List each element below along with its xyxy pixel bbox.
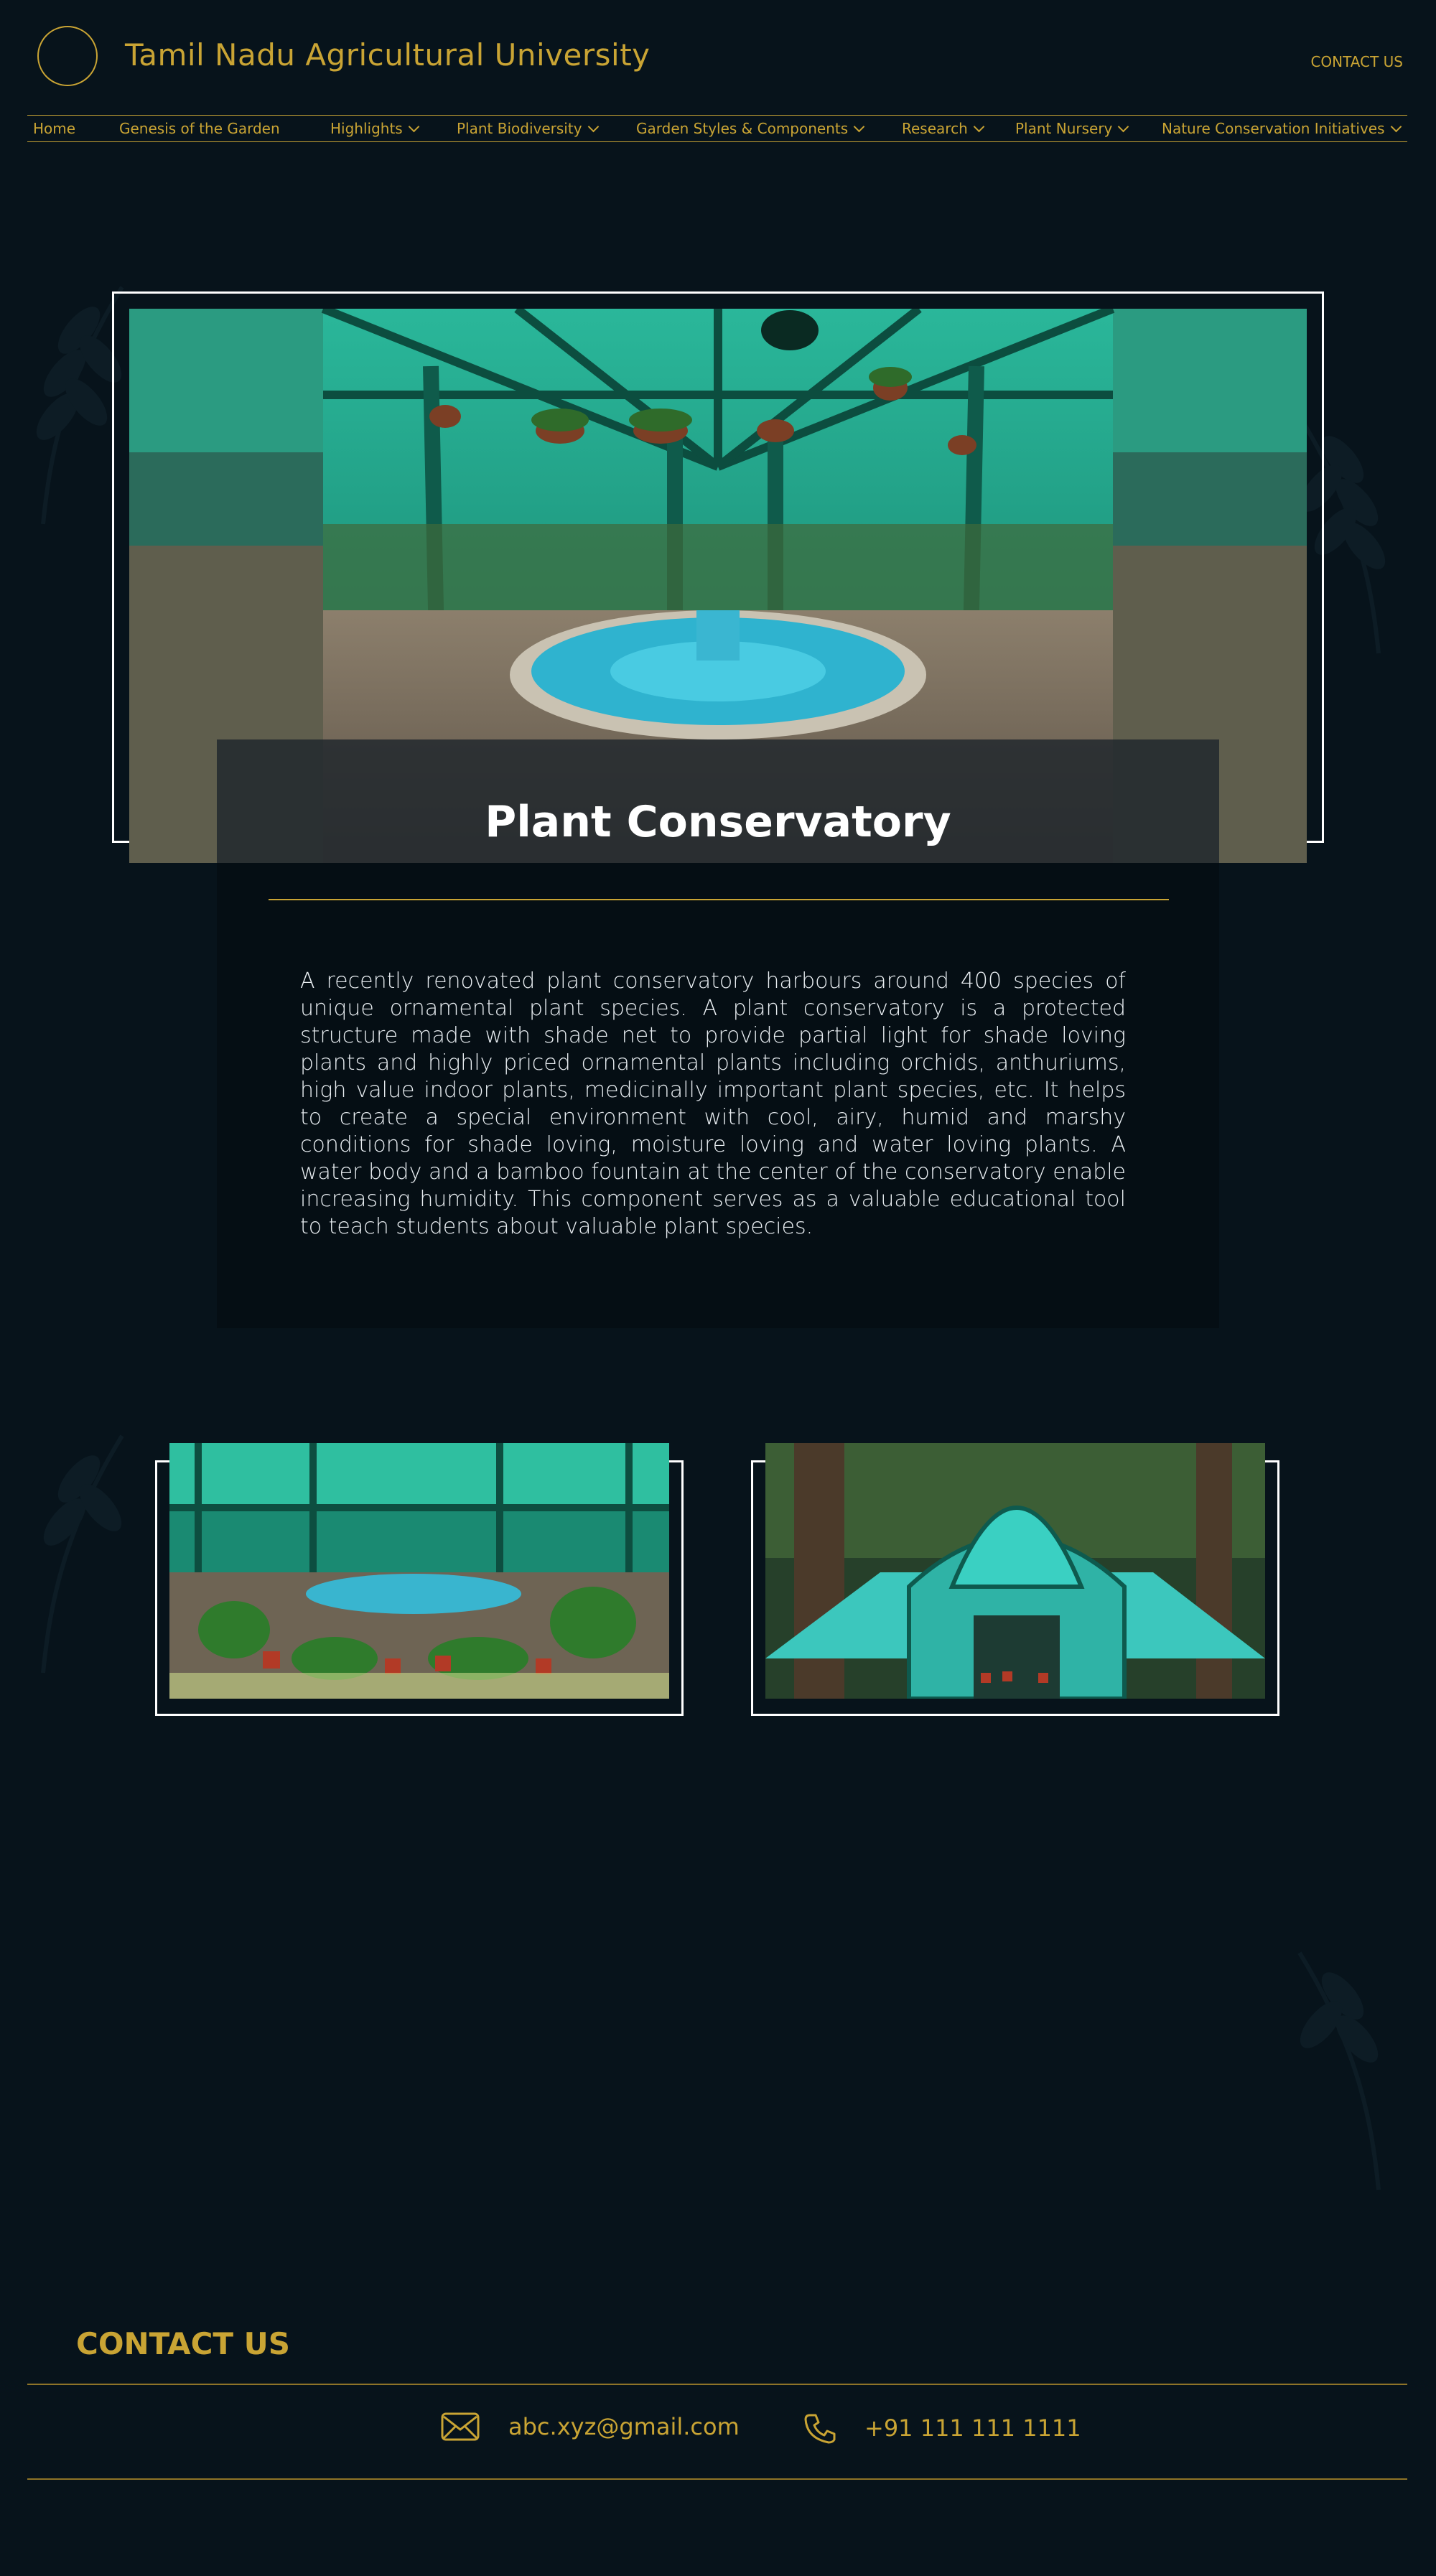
nav-item-home[interactable]: Home: [33, 120, 75, 137]
gallery-image-conservatory-exterior[interactable]: [765, 1443, 1265, 1699]
title-divider: [269, 899, 1169, 900]
nav-item-genesis-of-the-garden[interactable]: Genesis of the Garden: [119, 120, 280, 137]
nav-item-label: Plant Nursery: [1015, 120, 1113, 137]
leaf-decoration-icon: [41, 1434, 124, 1674]
nav-item-label: Garden Styles & Components: [636, 120, 849, 137]
chevron-down-icon: [853, 121, 865, 133]
nav-item-label: Plant Biodiversity: [457, 120, 582, 137]
footer-divider-top: [27, 2384, 1407, 2385]
gallery-image-conservatory-interior[interactable]: [169, 1443, 669, 1699]
main-navigation: Home Genesis of the Garden Highlights Pl…: [27, 115, 1407, 142]
footer-email[interactable]: abc.xyz@gmail.com: [441, 2412, 740, 2441]
nav-item-label: Nature Conservation Initiatives: [1162, 120, 1385, 137]
nav-item-plant-nursery[interactable]: Plant Nursery: [1015, 120, 1129, 137]
nav-item-highlights[interactable]: Highlights: [330, 120, 419, 137]
footer-divider-bottom: [27, 2478, 1407, 2480]
leaf-decoration-icon: [1297, 1951, 1381, 2190]
nav-item-plant-biodiversity[interactable]: Plant Biodiversity: [457, 120, 599, 137]
conservatory-description: A recently renovated plant conservatory …: [300, 969, 1126, 1239]
header-contact-link[interactable]: CONTACT US: [1310, 53, 1403, 70]
nav-item-nature-conservation[interactable]: Nature Conservation Initiatives: [1162, 120, 1402, 137]
page-title: Plant Conservatory: [485, 797, 951, 847]
nav-item-research[interactable]: Research: [902, 120, 985, 137]
university-logo[interactable]: [37, 26, 98, 86]
phone-icon: [804, 2414, 836, 2444]
nav-item-label: Home: [33, 120, 76, 137]
footer-contact-title: CONTACT US: [76, 2326, 291, 2361]
footer-email-text: abc.xyz@gmail.com: [508, 2413, 740, 2440]
nav-item-garden-styles[interactable]: Garden Styles & Components: [636, 120, 865, 137]
site-title[interactable]: Tamil Nadu Agricultural University: [125, 37, 651, 73]
chevron-down-icon: [587, 121, 599, 133]
chevron-down-icon: [973, 121, 985, 133]
footer-phone-text: +91 111 111 1111: [864, 2414, 1081, 2442]
envelope-icon: [441, 2412, 480, 2441]
chevron-down-icon: [1390, 121, 1402, 133]
nav-item-label: Genesis of the Garden: [119, 120, 280, 137]
nav-item-label: Highlights: [330, 120, 403, 137]
footer-phone[interactable]: +91 111 111 1111: [804, 2412, 1081, 2444]
chevron-down-icon: [1118, 121, 1129, 133]
nav-item-label: Research: [902, 120, 968, 137]
chevron-down-icon: [408, 121, 419, 133]
conservatory-info-panel: Plant Conservatory A recently renovated …: [217, 739, 1219, 1328]
